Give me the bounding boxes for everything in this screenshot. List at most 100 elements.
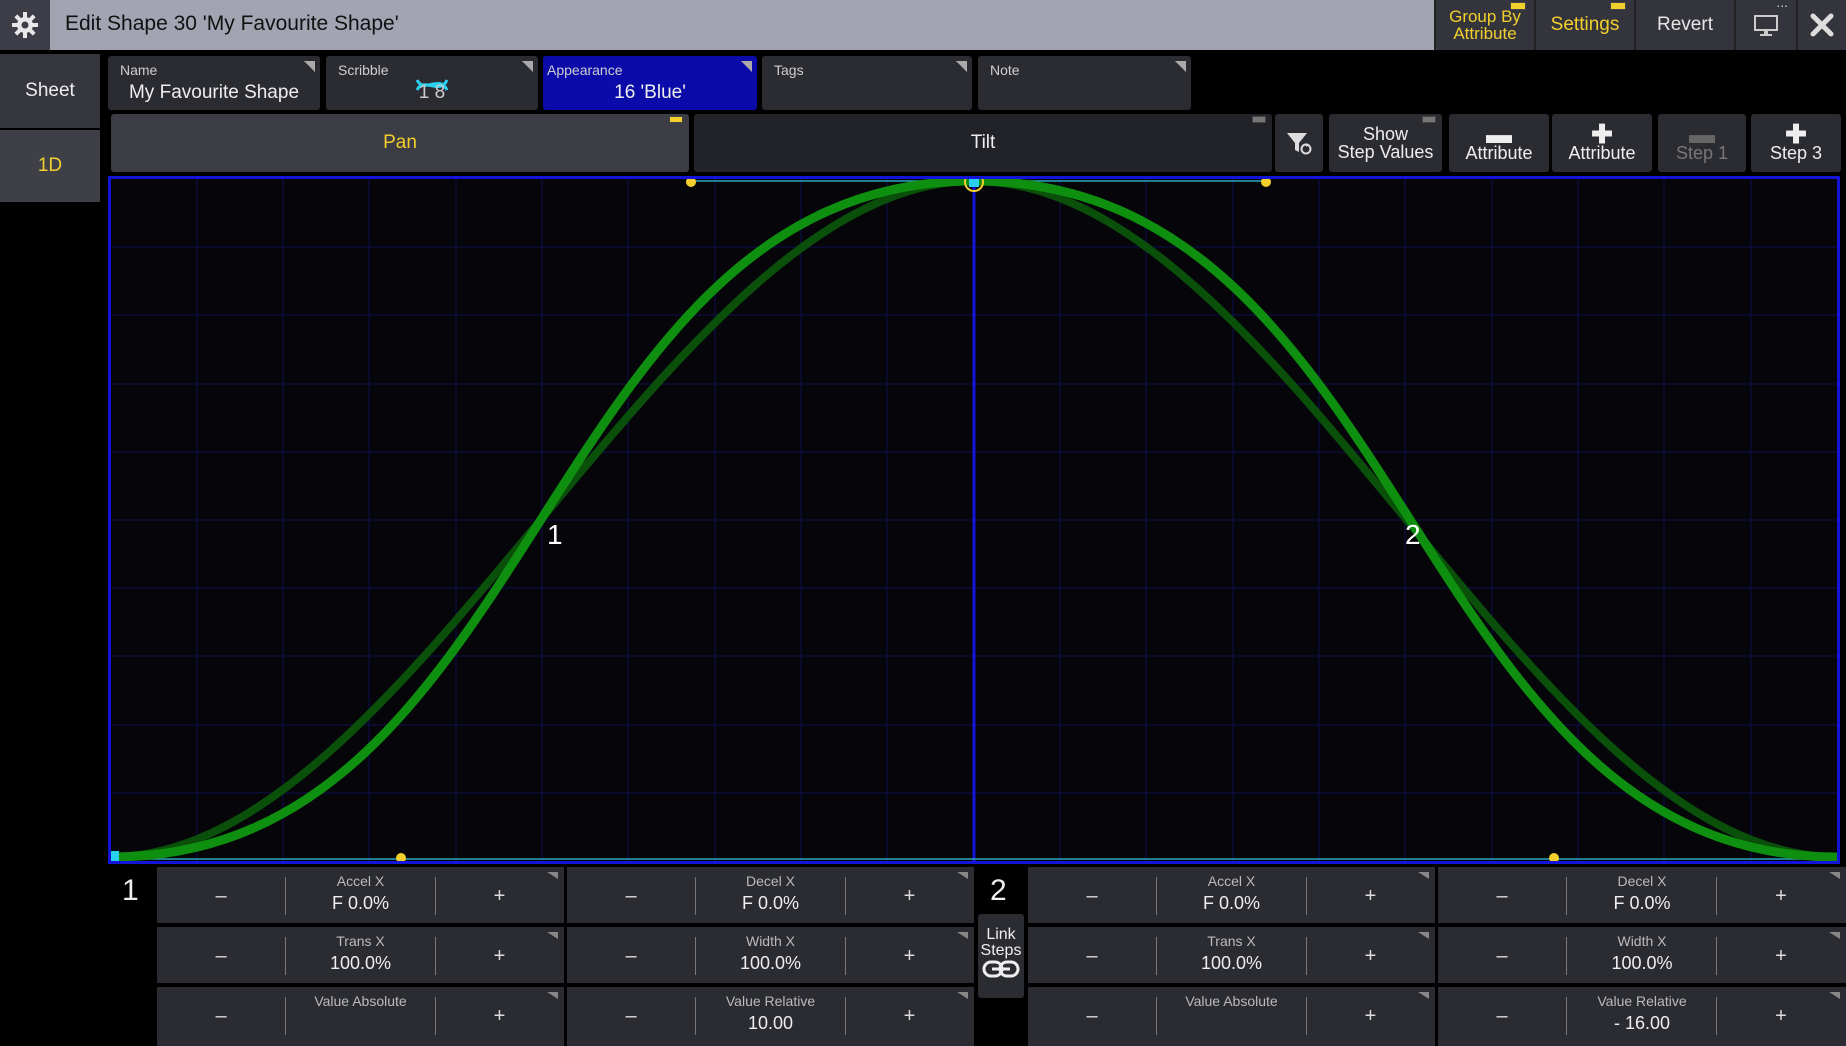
note-field[interactable]: Note: [978, 56, 1191, 110]
step-marker-1: 1: [547, 519, 563, 550]
remove-step-button[interactable]: ▬ Step 1: [1658, 114, 1746, 172]
scribble-label: Scribble: [338, 62, 389, 78]
link-steps-button[interactable]: Link Steps: [978, 914, 1024, 998]
add-attribute-button[interactable]: ✚ Attribute: [1552, 114, 1652, 172]
accel-x-stepper-step-2[interactable]: – Accel X F 0.0% +: [1028, 865, 1435, 923]
name-field[interactable]: Name My Favourite Shape: [108, 56, 320, 110]
toggle-flag-icon: [1252, 116, 1266, 123]
scribble-field[interactable]: Scribble 1 8: [326, 56, 538, 110]
remove-step-label: Step 1: [1675, 143, 1729, 163]
add-step-button[interactable]: ✚ Step 3: [1751, 114, 1841, 172]
settings-button[interactable]: Settings: [1534, 0, 1634, 50]
tab-sheet[interactable]: Sheet: [0, 54, 100, 128]
display-button[interactable]: ...: [1734, 0, 1796, 50]
decel-x-stepper-step-1[interactable]: – Decel X F 0.0% +: [567, 865, 974, 923]
remove-attribute-button[interactable]: ▬ Attribute: [1449, 114, 1549, 172]
name-value: My Favourite Shape: [128, 82, 300, 103]
increment-button[interactable]: +: [435, 927, 564, 985]
link-steps-line2: Steps: [980, 942, 1022, 959]
tab-1d-label: 1D: [37, 155, 63, 176]
edit-corner-icon: [1418, 872, 1429, 879]
edit-corner-icon: [1829, 872, 1840, 879]
toggle-flag-icon: [1510, 2, 1526, 10]
link-steps-line1: Link: [986, 926, 1016, 943]
handle-point: [396, 853, 406, 861]
edit-corner-icon: [547, 992, 558, 999]
increment-button[interactable]: +: [1716, 987, 1846, 1045]
accel-x-stepper-step-1[interactable]: – Accel X F 0.0% +: [157, 865, 564, 923]
minus-icon: ▬: [1689, 119, 1715, 149]
name-label: Name: [120, 62, 158, 78]
tab-pan-label: Pan: [383, 132, 417, 153]
plus-icon: ✚: [1785, 119, 1807, 149]
add-attribute-label: Attribute: [1568, 143, 1636, 163]
revert-label: Revert: [1657, 14, 1713, 35]
edit-corner-icon: [547, 872, 558, 879]
tags-label: Tags: [774, 62, 804, 78]
edit-corner-icon: [957, 992, 968, 999]
increment-button[interactable]: +: [435, 987, 564, 1045]
link-icon: [982, 960, 1020, 978]
width-x-stepper-step-1[interactable]: – Width X 100.0% +: [567, 925, 974, 983]
selected-point-marker: [969, 179, 979, 187]
appearance-value: 16 'Blue': [614, 82, 686, 103]
appearance-label: Appearance: [547, 62, 623, 78]
appearance-field[interactable]: Appearance 16 'Blue': [543, 56, 757, 110]
toggle-flag-icon: [1610, 2, 1626, 10]
increment-button[interactable]: +: [845, 927, 974, 985]
edit-corner-icon: [547, 932, 558, 939]
toggle-flag-icon: [669, 116, 683, 123]
edit-corner-icon: [956, 61, 967, 72]
remove-attribute-label: Attribute: [1465, 143, 1533, 163]
edit-corner-icon: [1829, 932, 1840, 939]
toggle-flag-icon: [1422, 116, 1436, 123]
edit-corner-icon: [1175, 61, 1186, 72]
show-step-values-button[interactable]: Show Step Values: [1329, 114, 1442, 172]
value-absolute-stepper-step-2[interactable]: – Value Absolute +: [1028, 985, 1435, 1046]
scribble-value: 1 8: [418, 82, 446, 103]
increment-button[interactable]: +: [435, 867, 564, 925]
show-step-values-line2: Step Values: [1337, 142, 1434, 162]
group-by-attribute-button[interactable]: Group By Attribute: [1434, 0, 1534, 50]
minus-icon: ▬: [1486, 119, 1512, 149]
edit-corner-icon: [1418, 992, 1429, 999]
gear-icon[interactable]: [0, 0, 50, 50]
handle-point: [1261, 179, 1271, 187]
tab-1d[interactable]: 1D: [0, 130, 100, 202]
filter-reset-button[interactable]: [1275, 114, 1323, 172]
tab-pan[interactable]: Pan: [111, 114, 689, 172]
trans-x-stepper-step-1[interactable]: – Trans X 100.0% +: [157, 925, 564, 983]
edit-corner-icon: [957, 932, 968, 939]
value-absolute-stepper-step-1[interactable]: – Value Absolute +: [157, 985, 564, 1046]
tab-tilt[interactable]: Tilt: [694, 114, 1272, 172]
tags-field[interactable]: Tags: [762, 56, 972, 110]
increment-button[interactable]: +: [1306, 867, 1435, 925]
increment-button[interactable]: +: [1306, 987, 1435, 1045]
shape-graph[interactable]: 1 2: [108, 176, 1840, 864]
close-icon: [1810, 13, 1834, 37]
step-marker-2: 2: [1405, 519, 1421, 550]
add-step-label: Step 3: [1769, 143, 1823, 163]
increment-button[interactable]: +: [845, 987, 974, 1045]
edit-corner-icon: [522, 61, 533, 72]
monitor-icon: [1754, 15, 1778, 36]
window-title: Edit Shape 30 'My Favourite Shape': [65, 12, 399, 35]
decel-x-stepper-step-2[interactable]: – Decel X F 0.0% +: [1438, 865, 1846, 923]
increment-button[interactable]: +: [1306, 927, 1435, 985]
edit-corner-icon: [741, 61, 752, 72]
group-by-label-line2: Attribute: [1453, 24, 1517, 43]
increment-button[interactable]: +: [845, 867, 974, 925]
note-label: Note: [990, 62, 1020, 78]
start-point-marker: [111, 851, 119, 861]
width-x-stepper-step-2[interactable]: – Width X 100.0% +: [1438, 925, 1846, 983]
close-button[interactable]: [1796, 0, 1846, 50]
value-relative-stepper-step-1[interactable]: – Value Relative 10.00 +: [567, 985, 974, 1046]
revert-button[interactable]: Revert: [1634, 0, 1734, 50]
step-1-number: 1: [122, 874, 139, 907]
shape-graph-canvas: [111, 179, 1837, 861]
increment-button[interactable]: +: [1716, 867, 1846, 925]
increment-button[interactable]: +: [1716, 927, 1846, 985]
settings-label: Settings: [1550, 14, 1620, 35]
trans-x-stepper-step-2[interactable]: – Trans X 100.0% +: [1028, 925, 1435, 983]
value-relative-stepper-step-2[interactable]: – Value Relative - 16.00 +: [1438, 985, 1846, 1046]
